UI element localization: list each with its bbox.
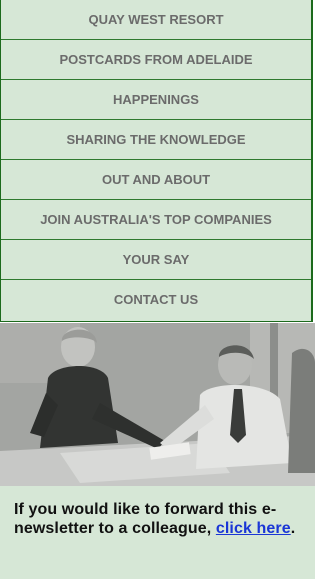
- menu-item-happenings[interactable]: HAPPENINGS: [1, 80, 311, 120]
- forward-note-text-after: .: [290, 520, 296, 537]
- forward-newsletter-note: If you would like to forward this e-news…: [0, 486, 315, 579]
- menu-item-join-australias-top-companies[interactable]: JOIN AUSTRALIA'S TOP COMPANIES: [1, 200, 311, 240]
- business-meeting-photo: [0, 323, 315, 486]
- forward-note-text: If you would like to forward this e-news…: [14, 500, 304, 538]
- newsletter-sidebar: QUAY WEST RESORT POSTCARDS FROM ADELAIDE…: [0, 0, 315, 579]
- menu-item-your-say[interactable]: YOUR SAY: [1, 240, 311, 280]
- sidebar-menu: QUAY WEST RESORT POSTCARDS FROM ADELAIDE…: [0, 0, 313, 322]
- menu-item-sharing-the-knowledge[interactable]: SHARING THE KNOWLEDGE: [1, 120, 311, 160]
- menu-item-out-and-about[interactable]: OUT AND ABOUT: [1, 160, 311, 200]
- menu-item-quay-west-resort[interactable]: QUAY WEST RESORT: [1, 0, 311, 40]
- menu-item-contact-us[interactable]: CONTACT US: [1, 280, 311, 319]
- menu-item-postcards-from-adelaide[interactable]: POSTCARDS FROM ADELAIDE: [1, 40, 311, 80]
- click-here-link[interactable]: click here: [216, 520, 291, 537]
